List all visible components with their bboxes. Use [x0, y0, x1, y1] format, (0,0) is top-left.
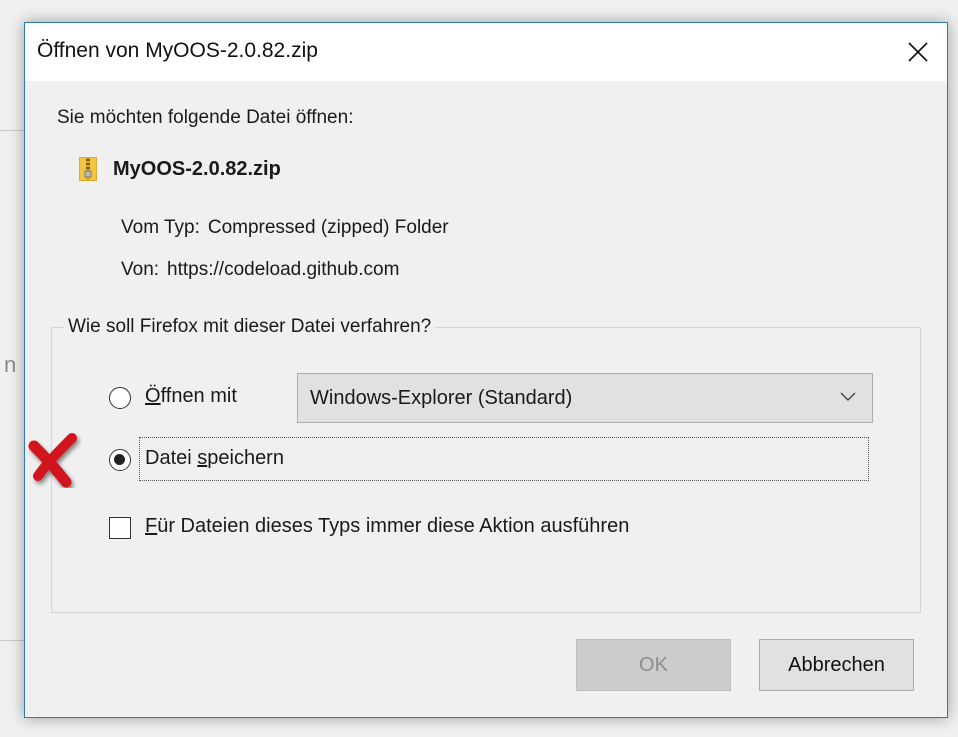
ok-button[interactable]: OK	[576, 639, 731, 691]
always-do-checkbox[interactable]	[109, 517, 131, 539]
file-source-row: Von: https://codeload.github.com	[121, 259, 399, 281]
close-button[interactable]	[889, 23, 947, 81]
file-name: MyOOS-2.0.82.zip	[113, 157, 281, 180]
red-x-mark-icon	[28, 433, 77, 488]
open-with-radio[interactable]	[109, 387, 131, 409]
action-group-legend: Wie soll Firefox mit dieser Datei verfah…	[64, 316, 436, 338]
open-with-label[interactable]: Öffnen mit	[145, 385, 237, 408]
background-text-fragment: n	[4, 352, 17, 377]
file-source-value: https://codeload.github.com	[167, 259, 400, 280]
file-source-label: Von:	[121, 259, 160, 280]
chevron-down-icon	[840, 392, 856, 401]
save-file-label[interactable]: Datei speichern	[145, 447, 284, 470]
zip-folder-icon	[79, 157, 97, 181]
dialog-title: Öffnen von MyOOS-2.0.82.zip	[37, 39, 318, 62]
file-open-dialog: Öffnen von MyOOS-2.0.82.zip Sie möchten …	[24, 22, 948, 718]
save-file-radio[interactable]	[109, 449, 131, 471]
dialog-prompt: Sie möchten folgende Datei öffnen:	[57, 107, 354, 128]
cancel-button[interactable]: Abbrechen	[759, 639, 914, 691]
open-with-app-value: Windows-Explorer (Standard)	[310, 387, 573, 409]
file-info-row: MyOOS-2.0.82.zip	[79, 157, 281, 181]
file-type-label: Vom Typ:	[121, 217, 200, 238]
dialog-titlebar: Öffnen von MyOOS-2.0.82.zip	[25, 23, 947, 81]
file-type-row: Vom Typ: Compressed (zipped) Folder	[121, 217, 449, 239]
always-do-label[interactable]: Für Dateien dieses Typs immer diese Akti…	[145, 515, 629, 538]
open-with-app-select[interactable]: Windows-Explorer (Standard)	[297, 373, 873, 423]
file-type-value: Compressed (zipped) Folder	[207, 217, 449, 238]
close-icon	[908, 42, 928, 62]
